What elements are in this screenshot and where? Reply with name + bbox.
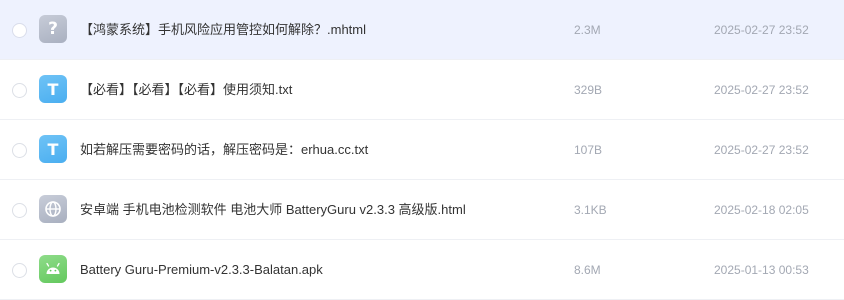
- file-row[interactable]: 安卓端 手机电池检测软件 电池大师 BatteryGuru v2.3.3 高级版…: [0, 180, 844, 240]
- file-name[interactable]: Battery Guru-Premium-v2.3.3-Balatan.apk: [80, 240, 323, 300]
- file-size: 2.3M: [574, 23, 601, 37]
- file-name[interactable]: 如若解压需要密码的话，解压密码是：erhua.cc.txt: [80, 120, 368, 180]
- file-size: 8.6M: [574, 263, 601, 277]
- text-file-icon: T: [39, 135, 67, 163]
- file-name[interactable]: 【鸿蒙系统】手机风险应用管控如何解除？.mhtml: [80, 0, 366, 60]
- file-date: 2025-02-18 02:05: [714, 203, 809, 217]
- unknown-file-icon: ?: [39, 15, 67, 43]
- file-list: ? 【鸿蒙系统】手机风险应用管控如何解除？.mhtml 2.3M 2025-02…: [0, 0, 844, 300]
- file-name[interactable]: 【必看】【必看】【必看】使用须知.txt: [80, 60, 292, 120]
- file-size: 329B: [574, 83, 603, 97]
- row-checkbox[interactable]: [12, 263, 27, 278]
- file-date: 2025-01-13 00:53: [714, 263, 809, 277]
- file-row[interactable]: T 如若解压需要密码的话，解压密码是：erhua.cc.txt 107B 202…: [0, 120, 844, 180]
- file-date: 2025-02-27 23:52: [714, 23, 809, 37]
- file-date: 2025-02-27 23:52: [714, 143, 809, 157]
- web-file-icon: [39, 195, 67, 223]
- android-robot-icon: [46, 262, 60, 274]
- file-row[interactable]: Battery Guru-Premium-v2.3.3-Balatan.apk …: [0, 240, 844, 300]
- file-row[interactable]: T 【必看】【必看】【必看】使用须知.txt 329B 2025-02-27 2…: [0, 60, 844, 120]
- text-file-icon: T: [39, 75, 67, 103]
- file-row[interactable]: ? 【鸿蒙系统】手机风险应用管控如何解除？.mhtml 2.3M 2025-02…: [0, 0, 844, 60]
- android-file-icon: [39, 255, 67, 283]
- row-checkbox[interactable]: [12, 83, 27, 98]
- row-checkbox[interactable]: [12, 143, 27, 158]
- file-name[interactable]: 安卓端 手机电池检测软件 电池大师 BatteryGuru v2.3.3 高级版…: [80, 180, 466, 240]
- file-size: 3.1KB: [574, 203, 607, 217]
- file-date: 2025-02-27 23:52: [714, 83, 809, 97]
- row-checkbox[interactable]: [12, 23, 27, 38]
- row-checkbox[interactable]: [12, 203, 27, 218]
- file-size: 107B: [574, 143, 603, 157]
- globe-icon: [45, 201, 61, 217]
